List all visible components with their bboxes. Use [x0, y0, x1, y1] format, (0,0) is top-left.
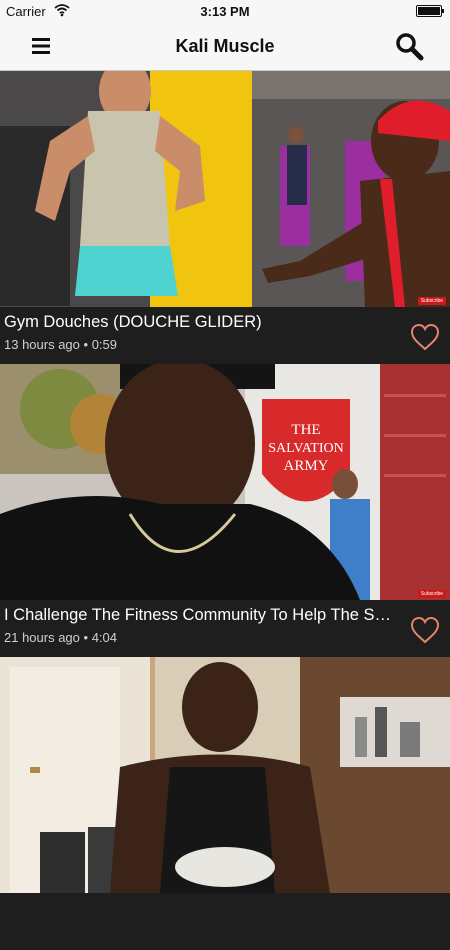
video-item[interactable] [0, 657, 450, 950]
video-thumbnail[interactable] [0, 657, 450, 893]
thumbnail-image [0, 657, 450, 893]
video-info[interactable]: Gym Douches (DOUCHE GLIDER) 13 hours ago… [0, 307, 450, 364]
nav-bar: Kali Muscle [0, 22, 450, 71]
thumbnail-image: THE SALVATION ARMY [0, 364, 450, 600]
video-meta: 13 hours ago • 0:59 [4, 337, 117, 352]
video-item[interactable]: THE SALVATION ARMY Subscribe I Challenge… [0, 364, 450, 657]
battery-icon [416, 5, 444, 17]
page-title: Kali Muscle [175, 36, 275, 56]
video-title[interactable]: I Challenge The Fitness Community To Hel… [4, 606, 396, 625]
video-meta: 21 hours ago • 4:04 [4, 630, 117, 645]
video-duration: 0:59 [91, 337, 118, 352]
video-title[interactable]: Gym Douches (DOUCHE GLIDER) [4, 313, 396, 332]
meta-separator: • [83, 337, 92, 352]
sign-line-3: ARMY [283, 458, 328, 474]
heart-icon[interactable] [410, 323, 440, 351]
video-thumbnail[interactable]: THE SALVATION ARMY Subscribe [0, 364, 450, 600]
video-thumbnail[interactable]: Subscribe [0, 71, 450, 307]
search-icon[interactable] [394, 31, 424, 61]
video-age: 13 hours ago [4, 337, 80, 352]
meta-separator: • [83, 630, 92, 645]
clock: 3:13 PM [200, 4, 250, 19]
status-bar: Carrier 3:13 PM [0, 0, 450, 22]
heart-icon[interactable] [410, 616, 440, 644]
sign-line-2: SALVATION [268, 441, 343, 456]
subscribe-badge[interactable]: Subscribe [417, 297, 446, 305]
video-duration: 4:04 [91, 630, 118, 645]
thumbnail-image [0, 71, 450, 307]
video-item[interactable]: Subscribe Gym Douches (DOUCHE GLIDER) 13… [0, 71, 450, 364]
subscribe-badge[interactable]: Subscribe [417, 590, 446, 598]
video-age: 21 hours ago [4, 630, 80, 645]
sign-line-1: THE [291, 422, 320, 438]
video-info[interactable]: I Challenge The Fitness Community To Hel… [0, 600, 450, 657]
